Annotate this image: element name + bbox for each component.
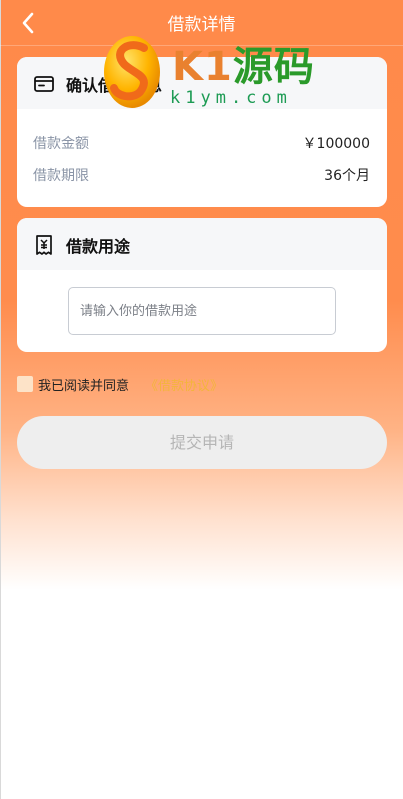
confirm-card-header: 确认借款信息 bbox=[17, 57, 387, 109]
loan-amount-value: ￥100000 bbox=[302, 136, 370, 152]
purpose-card-header: 借款用途 bbox=[17, 218, 387, 270]
page-title: 借款详情 bbox=[167, 15, 236, 35]
agreement-checkbox[interactable] bbox=[17, 376, 33, 392]
page-edge bbox=[0, 0, 1, 799]
header-divider bbox=[0, 45, 403, 46]
top-bar: 借款详情 bbox=[0, 0, 403, 46]
receipt-icon bbox=[33, 234, 55, 256]
loan-purpose-card: 借款用途 bbox=[17, 218, 387, 352]
purpose-input-box bbox=[68, 287, 336, 335]
agreement-link[interactable]: 《借款协议》 bbox=[145, 375, 223, 394]
loan-term-row: 借款期限 36个月 bbox=[33, 165, 370, 187]
submit-button[interactable]: 提交申请 bbox=[17, 416, 387, 469]
agreement-text: 我已阅读并同意 bbox=[38, 379, 130, 394]
wallet-icon bbox=[33, 73, 55, 95]
loan-term-label: 借款期限 bbox=[33, 168, 89, 184]
loan-amount-label: 借款金额 bbox=[33, 136, 89, 152]
loan-term-value: 36个月 bbox=[324, 168, 370, 184]
confirm-card-title: 确认借款信息 bbox=[66, 76, 163, 95]
purpose-card-title: 借款用途 bbox=[66, 237, 131, 256]
loan-purpose-input[interactable] bbox=[69, 288, 335, 334]
loan-amount-row: 借款金额 ￥100000 bbox=[33, 133, 370, 155]
